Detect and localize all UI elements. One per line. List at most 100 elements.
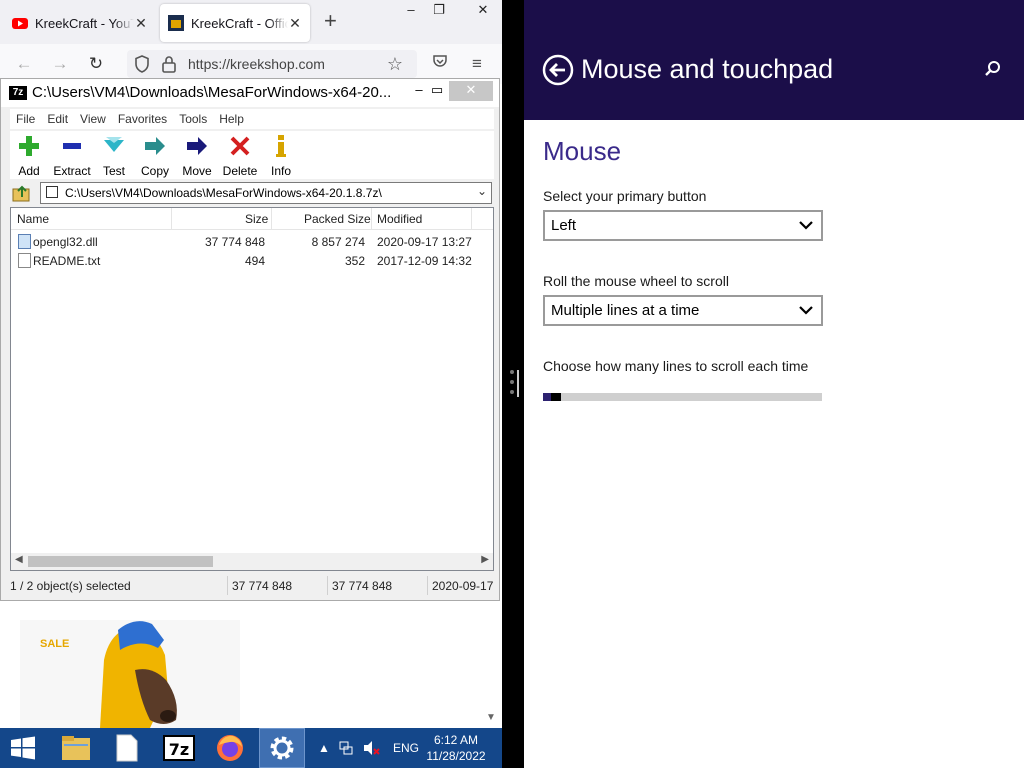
tab-title: KreekCraft - YouTube [35, 15, 134, 31]
7zip-close-button[interactable]: ✕ [449, 81, 493, 101]
menu-hamburger-icon[interactable]: ≡ [465, 52, 489, 76]
test-icon [104, 137, 124, 152]
slider-thumb[interactable] [551, 393, 561, 401]
speaker-muted-icon[interactable] [362, 728, 380, 768]
kreekshop-icon [168, 15, 184, 31]
close-window-button[interactable]: ✕ [468, 0, 498, 22]
url-bar[interactable]: https://kreekshop.com [127, 50, 417, 78]
move-icon [187, 137, 207, 155]
start-button[interactable] [0, 728, 46, 768]
settings-app: Mouse and touchpad Mouse Select your pri… [524, 0, 1024, 768]
document-button[interactable] [104, 728, 150, 768]
snap-splitter[interactable] [502, 0, 524, 768]
lock-icon[interactable] [161, 54, 177, 74]
clock-time: 6:12 AM [433, 733, 479, 747]
firefox-icon [217, 735, 243, 761]
bookmark-star-icon[interactable]: ☆ [383, 52, 407, 76]
column-modified[interactable]: Modified [377, 212, 422, 226]
scrollbar-thumb[interactable] [28, 556, 213, 567]
menu-favorites[interactable]: Favorites [112, 112, 173, 126]
tab-title: KreekCraft - Official [191, 15, 288, 31]
firefox-taskbar-button[interactable] [207, 728, 253, 768]
menu-view[interactable]: View [74, 112, 112, 126]
url-text: https://kreekshop.com [188, 56, 325, 72]
menu-file[interactable]: File [10, 112, 41, 126]
new-tab-button[interactable]: + [324, 10, 337, 32]
product-banner-image[interactable]: SALE [20, 620, 240, 728]
move-button[interactable]: Move [180, 134, 214, 178]
file-explorer-button[interactable] [53, 728, 99, 768]
table-row[interactable]: README.txt 494 352 2017-12-09 14:32 [11, 251, 493, 270]
menu-edit[interactable]: Edit [41, 112, 74, 126]
text-file-icon [18, 253, 31, 268]
folder-up-icon[interactable] [12, 184, 32, 202]
shield-icon[interactable] [133, 54, 151, 74]
tab-kreekcraft-official[interactable]: KreekCraft - Official ✕ [160, 4, 310, 42]
back-arrow-icon[interactable] [542, 54, 574, 86]
minimize-button[interactable]: – [396, 0, 426, 22]
back-arrow-icon[interactable]: ← [12, 52, 36, 76]
windows-logo-icon [11, 736, 35, 760]
gear-icon [270, 736, 294, 760]
primary-button-select[interactable]: Left [543, 210, 823, 241]
7zip-titlebar: 7z C:\Users\VM4\Downloads\MesaForWindows… [1, 79, 499, 107]
language-indicator[interactable]: ENG [393, 728, 419, 768]
path-input[interactable]: C:\Users\VM4\Downloads\MesaForWindows-x6… [40, 182, 492, 204]
search-icon[interactable] [984, 60, 1002, 78]
taskbar: 7z ▲ ENG 6:12 AM 11/28/2022 [0, 728, 502, 768]
network-icon[interactable] [338, 728, 354, 768]
copy-button[interactable]: Copy [138, 134, 172, 178]
primary-button-label: Select your primary button [543, 188, 707, 204]
column-name[interactable]: Name [17, 212, 49, 226]
primary-button-value: Left [551, 217, 577, 234]
dll-file-icon [18, 234, 31, 249]
table-row[interactable]: opengl32.dll 37 774 848 8 857 274 2020-0… [11, 232, 493, 251]
7zip-app-icon: 7z [9, 86, 27, 100]
close-tab-icon[interactable]: ✕ [288, 15, 302, 32]
extract-button[interactable]: Extract [50, 134, 94, 178]
status-modified: 2020-09-17 [432, 579, 494, 593]
horizontal-scrollbar[interactable]: ◀ ▶ [11, 553, 493, 570]
info-button[interactable]: Info [268, 134, 294, 178]
scroll-right-icon[interactable]: ▶ [481, 554, 489, 565]
tray-expand-icon[interactable]: ▲ [318, 728, 330, 768]
7zip-maximize-button[interactable]: ▭ [423, 81, 451, 101]
7zip-toolbar: Add Extract Test Copy Move Delete Info [10, 131, 494, 179]
7zip-taskbar-button[interactable]: 7z [156, 728, 202, 768]
status-selection: 1 / 2 object(s) selected [10, 579, 131, 593]
column-size[interactable]: Size [245, 212, 268, 226]
restore-button[interactable]: ❐ [424, 0, 454, 22]
reload-icon[interactable]: ↻ [84, 52, 108, 76]
wheel-scroll-value: Multiple lines at a time [551, 302, 700, 319]
delete-button[interactable]: Delete [220, 134, 260, 178]
lines-scroll-label: Choose how many lines to scroll each tim… [543, 358, 809, 374]
clock-date: 11/28/2022 [426, 749, 486, 763]
tab-kreekcraft-youtube[interactable]: KreekCraft - YouTube ✕ [4, 4, 156, 42]
page-scroll-down-icon[interactable]: ▼ [486, 712, 496, 723]
sale-label: SALE [40, 638, 70, 650]
youtube-icon [12, 18, 28, 29]
close-tab-icon[interactable]: ✕ [134, 15, 148, 32]
lines-scroll-slider[interactable] [543, 393, 822, 401]
list-header: Name Size Packed Size Modified [11, 208, 493, 230]
path-text: C:\Users\VM4\Downloads\MesaForWindows-x6… [65, 186, 382, 200]
forward-arrow-icon[interactable]: → [48, 52, 72, 76]
add-button[interactable]: Add [15, 134, 43, 178]
extract-icon [63, 143, 81, 149]
splitter-grip-icon[interactable] [510, 370, 514, 400]
folder-icon [62, 736, 90, 760]
7zip-title: C:\Users\VM4\Downloads\MesaForWindows-x6… [32, 84, 392, 101]
sevenzip-icon: 7z [163, 735, 195, 761]
test-button[interactable]: Test [100, 134, 128, 178]
scroll-left-icon[interactable]: ◀ [15, 554, 23, 565]
chevron-down-icon[interactable]: ⌄ [477, 184, 487, 198]
wheel-scroll-select[interactable]: Multiple lines at a time [543, 295, 823, 326]
pocket-icon[interactable] [428, 52, 452, 76]
page-title: Mouse and touchpad [581, 54, 834, 84]
settings-taskbar-button[interactable] [259, 728, 305, 768]
menu-tools[interactable]: Tools [173, 112, 213, 126]
column-packed-size[interactable]: Packed Size [304, 212, 371, 226]
add-icon [19, 136, 39, 156]
clock[interactable]: 6:12 AM 11/28/2022 [420, 732, 492, 764]
menu-help[interactable]: Help [213, 112, 250, 126]
